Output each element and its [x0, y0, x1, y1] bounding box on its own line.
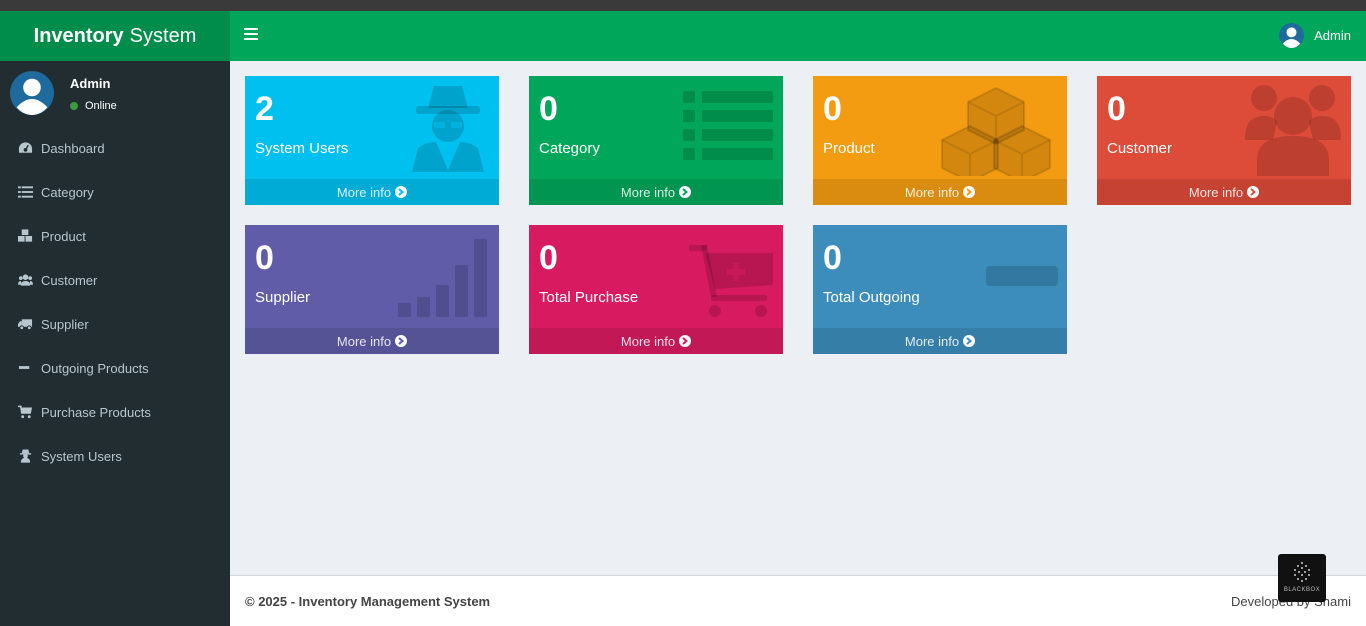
- users-icon: [1245, 85, 1341, 176]
- sidebar-item-system-users[interactable]: System Users: [0, 434, 230, 478]
- sidebar-item-label: Supplier: [41, 316, 89, 332]
- arrow-circle-right-icon: [963, 335, 976, 347]
- sidebar-item-label: Product: [41, 228, 86, 244]
- sidebar-item-outgoing-products[interactable]: Outgoing Products: [0, 346, 230, 390]
- info-box-customer: 0 Customer More info: [1097, 76, 1351, 205]
- sidebar-item-supplier[interactable]: Supplier: [0, 302, 230, 346]
- cubes-icon: [18, 229, 33, 242]
- cubes-icon: [941, 86, 1051, 176]
- sidebar-user-panel: Admin Online: [0, 61, 230, 121]
- more-info-link[interactable]: More info: [245, 328, 499, 354]
- more-info-link[interactable]: More info: [813, 328, 1067, 354]
- minus-icon: [18, 366, 30, 369]
- minus-icon: [986, 266, 1058, 286]
- sidebar-item-purchase-products[interactable]: Purchase Products: [0, 390, 230, 434]
- more-info-label: More info: [620, 333, 676, 349]
- info-box-label: Supplier: [255, 289, 311, 306]
- sidebar-item-dashboard[interactable]: Dashboard: [0, 126, 230, 170]
- more-info-label: More info: [904, 333, 960, 349]
- info-box-label: Category: [539, 140, 600, 157]
- logo-light-text: System: [129, 24, 197, 47]
- info-box-value: 0: [823, 239, 842, 277]
- more-info-link[interactable]: More info: [1097, 179, 1351, 205]
- info-box-value: 0: [255, 239, 274, 277]
- info-box-label: System Users: [255, 140, 349, 157]
- arrow-circle-right-icon: [395, 335, 408, 347]
- info-box-value: 0: [539, 239, 558, 277]
- header-user-name: Admin: [1314, 28, 1351, 43]
- sidebar-item-label: System Users: [41, 448, 122, 464]
- sidebar-menu: Dashboard Category Product Customer Supp…: [0, 126, 230, 478]
- more-info-label: More info: [620, 184, 676, 200]
- info-box-total-outgoing: 0 Total Outgoing More info: [813, 225, 1067, 354]
- info-box-value: 0: [1107, 90, 1126, 128]
- logo-bold-text: Inventory: [33, 24, 124, 47]
- users-icon: [18, 274, 33, 286]
- info-box-value: 2: [255, 90, 274, 128]
- sidebar-toggle-icon[interactable]: [244, 28, 258, 42]
- info-box-value: 0: [539, 90, 558, 128]
- dashboard-icon: [18, 142, 33, 153]
- info-box-product: 0 Product More info: [813, 76, 1067, 205]
- info-box-category: 0 Category More info: [529, 76, 783, 205]
- signal-icon: [398, 239, 487, 317]
- sidebar-item-label: Category: [41, 184, 94, 200]
- user-status: Online: [70, 100, 117, 112]
- truck-icon: [18, 319, 33, 331]
- sidebar-item-label: Customer: [41, 272, 98, 288]
- user-status-text: Online: [85, 100, 117, 112]
- sidebar: Admin Online Dashboard Category Product …: [0, 61, 230, 626]
- info-box-supplier: 0 Supplier More info: [245, 225, 499, 354]
- more-info-link[interactable]: More info: [529, 179, 783, 205]
- sidebar-user-name: Admin: [70, 76, 111, 91]
- more-info-label: More info: [336, 184, 392, 200]
- arrow-circle-right-icon: [1247, 186, 1260, 198]
- sidebar-item-product[interactable]: Product: [0, 214, 230, 258]
- online-dot-icon: [70, 102, 78, 110]
- cart-plus-icon: [689, 245, 773, 317]
- sidebar-item-category[interactable]: Category: [0, 170, 230, 214]
- more-info-link[interactable]: More info: [245, 179, 499, 205]
- list-icon: [683, 91, 773, 160]
- more-info-label: More info: [336, 333, 392, 349]
- sidebar-item-label: Purchase Products: [41, 404, 151, 420]
- app-logo[interactable]: Inventory System: [0, 11, 230, 61]
- sidebar-item-customer[interactable]: Customer: [0, 258, 230, 302]
- more-info-link[interactable]: More info: [529, 328, 783, 354]
- avatar-icon: [1279, 23, 1305, 48]
- arrow-circle-right-icon: [395, 186, 408, 198]
- user-secret-icon: [19, 449, 32, 463]
- list-icon: [18, 186, 33, 198]
- avatar-icon: [10, 71, 54, 115]
- blackbox-logo-icon: [1294, 562, 1310, 582]
- cart-icon: [18, 405, 33, 419]
- info-box-label: Total Purchase: [539, 289, 639, 306]
- info-box-value: 0: [823, 90, 842, 128]
- info-box-label: Customer: [1107, 140, 1173, 157]
- header-user-menu[interactable]: Admin: [1279, 23, 1351, 48]
- browser-top-strip: [0, 0, 1366, 11]
- more-info-label: More info: [904, 184, 960, 200]
- more-info-link[interactable]: More info: [813, 179, 1067, 205]
- copyright-text: © 2025 - Inventory Management System: [245, 594, 491, 609]
- more-info-label: More info: [1188, 184, 1244, 200]
- blackbox-badge[interactable]: BLACKBOX: [1278, 554, 1326, 602]
- page-footer: © 2025 - Inventory Management System Dev…: [230, 575, 1366, 626]
- top-navbar: Admin: [230, 11, 1366, 61]
- blackbox-label: BLACKBOX: [1283, 587, 1321, 593]
- info-box-system-users: 2 System Users More info: [245, 76, 499, 205]
- user-secret-icon: [412, 86, 484, 172]
- info-box-total-purchase: 0 Total Purchase More info: [529, 225, 783, 354]
- sidebar-item-label: Outgoing Products: [41, 360, 149, 376]
- info-box-label: Product: [823, 140, 875, 157]
- arrow-circle-right-icon: [963, 186, 976, 198]
- sidebar-item-label: Dashboard: [41, 140, 105, 156]
- arrow-circle-right-icon: [679, 186, 692, 198]
- info-box-label: Total Outgoing: [823, 289, 920, 306]
- arrow-circle-right-icon: [679, 335, 692, 347]
